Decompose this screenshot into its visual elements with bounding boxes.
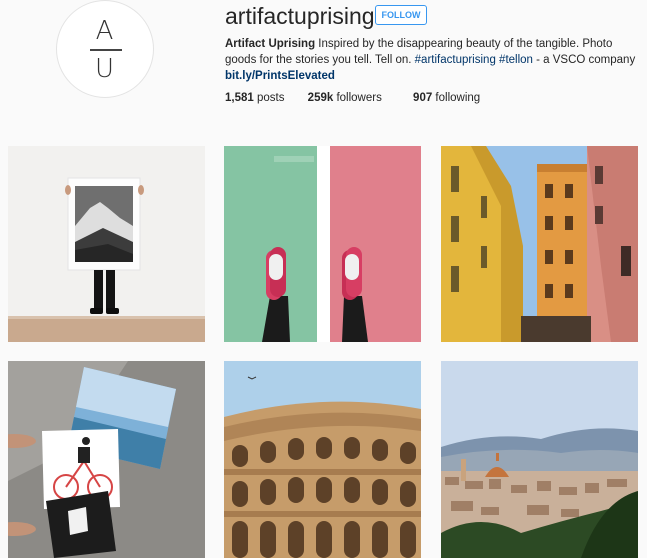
bio-url-link[interactable]: bit.ly/PrintsElevated [225,70,335,82]
profile-username: artifactuprising [225,3,375,29]
post-thumbnail-5[interactable] [224,361,421,558]
post-image [224,361,421,558]
followers-stat[interactable]: 259k followers [308,90,382,106]
bio-name: Artifact Uprising [225,38,316,50]
following-stat[interactable]: 907 following [413,90,480,106]
post-thumbnail-1[interactable] [8,146,205,342]
bio-text-end: - a VSCO company [532,54,636,66]
avatar-letter-top: A [95,16,115,46]
posts-label: posts [253,92,285,104]
posts-count: 1,581 [225,92,254,104]
following-count: 907 [413,92,433,104]
post-image [441,146,638,342]
post-image [224,146,421,342]
follow-button[interactable]: FOLLOW [375,5,427,25]
post-thumbnail-2[interactable] [224,146,421,342]
avatar-letter-bottom: U [94,54,116,84]
post-thumbnail-4[interactable] [8,361,205,558]
profile-bio: Artifact Uprising Inspired by the disapp… [225,36,640,84]
avatar-divider [90,49,122,51]
profile-stats: 1,581 posts 259k followers 907 following [225,90,480,106]
post-thumbnail-3[interactable] [441,146,638,342]
followers-count: 259k [307,92,334,104]
post-image [441,361,638,558]
posts-stat: 1,581 posts [225,90,284,106]
following-label: following [432,92,481,104]
hashtag-link[interactable]: #artifactuprising [415,54,496,66]
followers-label: followers [333,92,382,104]
hashtag-link[interactable]: #tellon [499,54,533,66]
post-image [8,146,205,342]
profile-avatar: A U [56,0,154,98]
post-image [8,361,205,558]
post-thumbnail-6[interactable] [441,361,638,558]
